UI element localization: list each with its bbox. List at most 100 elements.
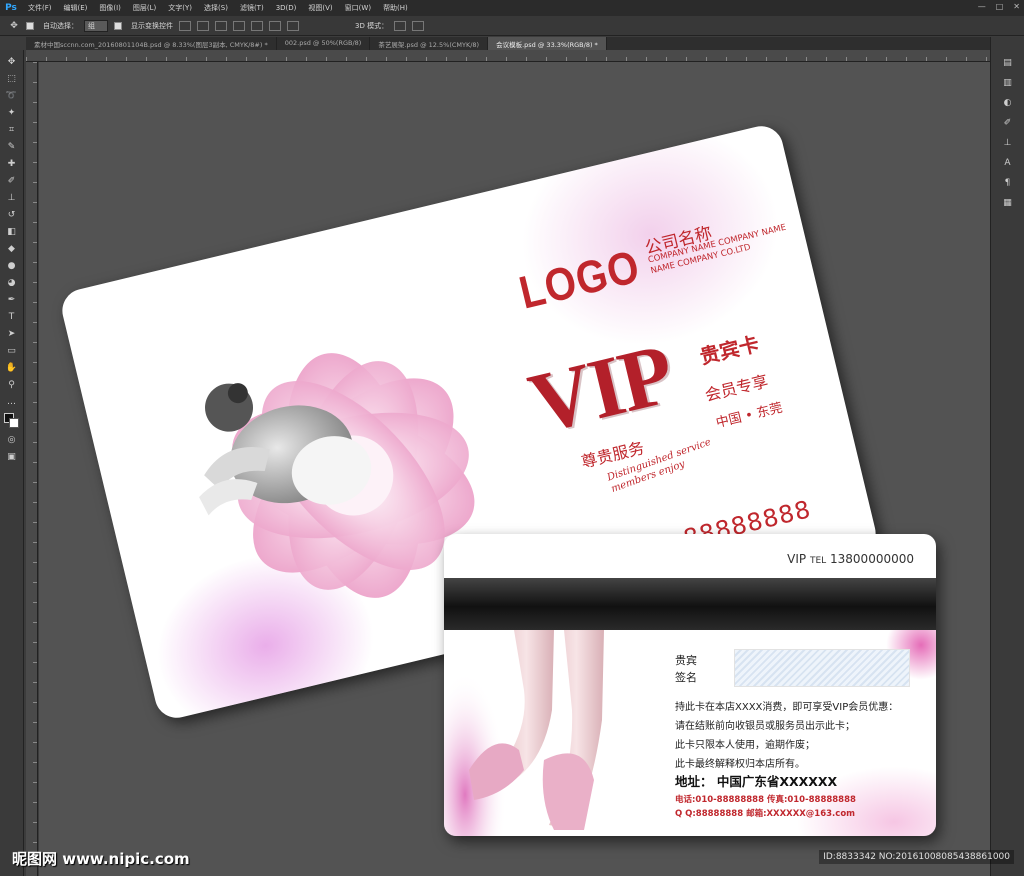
guest-signature-label: 贵宾 签名 (675, 652, 697, 686)
color-swatch[interactable] (3, 413, 20, 429)
guest-label-line-1: 贵宾 (675, 654, 697, 667)
document-tabs: 素材中国sccnn.com_20160801104B.psd @ 8.33%(图… (26, 37, 990, 50)
photoshop-window: Ps 文件(F) 编辑(E) 图像(I) 图层(L) 文字(Y) 选择(S) 滤… (0, 0, 1024, 876)
menu-type[interactable]: 文字(Y) (162, 3, 198, 13)
healing-brush-icon[interactable]: ✚ (6, 158, 18, 170)
doc-tab[interactable]: 茶艺展架.psd @ 12.5%(CMYK/8) (370, 37, 489, 50)
contact-phone-fax: 电话:010-88888888 传真:010-88888888 (675, 795, 856, 805)
ps-logo: Ps (5, 3, 17, 13)
contact-qq-email: Q Q:88888888 邮箱:XXXXXX@163.com (675, 809, 856, 819)
rule-line: 持此卡在本店XXXX消费，即可享受VIP会员优惠： (675, 702, 899, 713)
document-canvas[interactable]: LOGO 公司名称 COMPANY NAME COMPANY NAME NAME… (39, 62, 990, 876)
signature-panel (734, 649, 910, 687)
rule-line: 请在结账前向收银员或服务员出示此卡； (675, 721, 855, 732)
eyedropper-icon[interactable]: ✎ (6, 141, 18, 153)
back-header: VIP TEL 13800000000 (787, 552, 914, 566)
layer-comps-icon[interactable]: ▦ (1001, 197, 1015, 209)
shape-tool-icon[interactable]: ▭ (6, 345, 18, 357)
stamp-tool-icon[interactable]: ⊥ (6, 192, 18, 204)
auto-select-dropdown[interactable]: 组 (84, 19, 108, 32)
brush-tool-icon[interactable]: ✐ (6, 175, 18, 187)
menu-layer[interactable]: 图层(L) (127, 3, 162, 13)
mode-3d-label: 3D 模式： (355, 21, 389, 30)
auto-select-checkbox[interactable] (26, 21, 37, 30)
paint-bucket-icon[interactable]: ◆ (6, 243, 18, 255)
menu-image[interactable]: 图像(I) (93, 3, 127, 13)
rotate-3d-icon[interactable] (394, 20, 407, 31)
pan-3d-icon[interactable] (412, 20, 425, 31)
doc-tab[interactable]: 素材中国sccnn.com_20160801104B.psd @ 8.33%(图… (26, 37, 277, 50)
history-brush-icon[interactable]: ↺ (6, 209, 18, 221)
menu-file[interactable]: 文件(F) (22, 3, 58, 13)
lasso-tool-icon[interactable]: ➰ (6, 90, 18, 102)
align-left-icon[interactable] (233, 20, 245, 31)
window-controls: — □ ✕ (978, 2, 1020, 11)
menu-edit[interactable]: 编辑(E) (58, 3, 94, 13)
dodge-tool-icon[interactable]: ◕ (6, 277, 18, 289)
magnetic-strip (444, 578, 936, 630)
ballet-shoes-image (444, 630, 604, 836)
menu-filter[interactable]: 滤镜(T) (234, 3, 270, 13)
move-tool-icon[interactable]: ✥ (8, 20, 20, 32)
guest-label-line-2: 签名 (675, 671, 697, 684)
align-right-icon[interactable] (269, 20, 281, 31)
doc-tab[interactable]: 002.psd @ 50%(RGB/8) (277, 37, 371, 50)
distribute-icon[interactable] (287, 20, 299, 31)
zoom-tool-icon[interactable]: ⚲ (6, 379, 18, 391)
card-rules: 持此卡在本店XXXX消费，即可享受VIP会员优惠： 请在结账前向收银员或服务员出… (675, 698, 898, 774)
hand-tool-icon[interactable]: ✋ (6, 362, 18, 374)
marquee-tool-icon[interactable]: ⬚ (6, 73, 18, 85)
show-transform-label: 显示变换控件 (131, 21, 173, 30)
adjustments-panel-icon[interactable]: ◐ (1001, 97, 1015, 109)
more-tools-icon[interactable]: … (6, 396, 18, 408)
menu-window[interactable]: 窗口(W) (339, 3, 377, 13)
properties-panel-icon[interactable]: ▥ (1001, 77, 1015, 89)
contact-info: 电话:010-88888888 传真:010-88888888 Q Q:8888… (675, 793, 856, 821)
history-panel-icon[interactable]: ▤ (1001, 57, 1015, 69)
address-line: 地址： 中国广东省XXXXXX (675, 774, 838, 789)
rule-line: 此卡只限本人使用，逾期作废； (675, 740, 815, 751)
menu-select[interactable]: 选择(S) (198, 3, 234, 13)
close-button[interactable]: ✕ (1013, 2, 1020, 11)
options-bar: ✥ 自动选择： 组 显示变换控件 3D 模式： (0, 16, 1024, 36)
move-tool-icon[interactable]: ✥ (6, 56, 18, 68)
tel-label: TEL (809, 556, 827, 566)
vertical-ruler (26, 62, 38, 876)
magic-wand-icon[interactable]: ✦ (6, 107, 18, 119)
menu-help[interactable]: 帮助(H) (377, 3, 414, 13)
eraser-tool-icon[interactable]: ◧ (6, 226, 18, 238)
doc-tab-active[interactable]: 会议模板.psd @ 33.3%(RGB/8) * (488, 37, 607, 50)
path-select-icon[interactable]: ➤ (6, 328, 18, 340)
align-center-icon[interactable] (251, 20, 263, 31)
align-middle-icon[interactable] (197, 20, 209, 31)
tools-panel: ✥ ⬚ ➰ ✦ ⌗ ✎ ✚ ✐ ⊥ ↺ ◧ ◆ ● ◕ ✒ T ➤ ▭ ✋ ⚲ … (0, 50, 24, 876)
tel-number: 13800000000 (830, 552, 914, 566)
brush-panel-icon[interactable]: ✐ (1001, 117, 1015, 129)
panels-dock: ▤ ▥ ◐ ✐ ⊥ A ¶ ▦ (990, 37, 1024, 876)
menu-3d[interactable]: 3D(D) (270, 4, 303, 12)
horizontal-ruler (26, 50, 990, 62)
paragraph-panel-icon[interactable]: ¶ (1001, 177, 1015, 189)
character-panel-icon[interactable]: A (1001, 157, 1015, 169)
back-vip-label: VIP (787, 552, 807, 566)
auto-select-label: 自动选择： (43, 21, 78, 30)
type-tool-icon[interactable]: T (6, 311, 18, 323)
quick-mask-icon[interactable]: ◎ (6, 434, 18, 446)
pen-tool-icon[interactable]: ✒ (6, 294, 18, 306)
minimize-button[interactable]: — (978, 2, 986, 11)
align-bottom-icon[interactable] (215, 20, 227, 31)
menu-view[interactable]: 视图(V) (302, 3, 338, 13)
crop-tool-icon[interactable]: ⌗ (6, 124, 18, 136)
city-label: 中国 • 东莞 (714, 400, 785, 432)
vip-card-back: VIP TEL 13800000000 贵宾 签名 持此卡在本店XXXX消费，即… (444, 534, 936, 836)
show-transform-checkbox[interactable] (114, 21, 125, 30)
nipic-watermark: 昵图网 www.nipic.com (12, 849, 190, 868)
screen-mode-icon[interactable]: ▣ (6, 451, 18, 463)
clone-panel-icon[interactable]: ⊥ (1001, 137, 1015, 149)
maximize-button[interactable]: □ (996, 2, 1004, 11)
tagline-member: 会员专享 (703, 371, 770, 405)
image-id-watermark: ID:8833342 NO:20161008085438861000 (819, 850, 1014, 864)
blur-tool-icon[interactable]: ● (6, 260, 18, 272)
align-top-icon[interactable] (179, 20, 191, 31)
menu-bar: Ps 文件(F) 编辑(E) 图像(I) 图层(L) 文字(Y) 选择(S) 滤… (0, 0, 1024, 16)
